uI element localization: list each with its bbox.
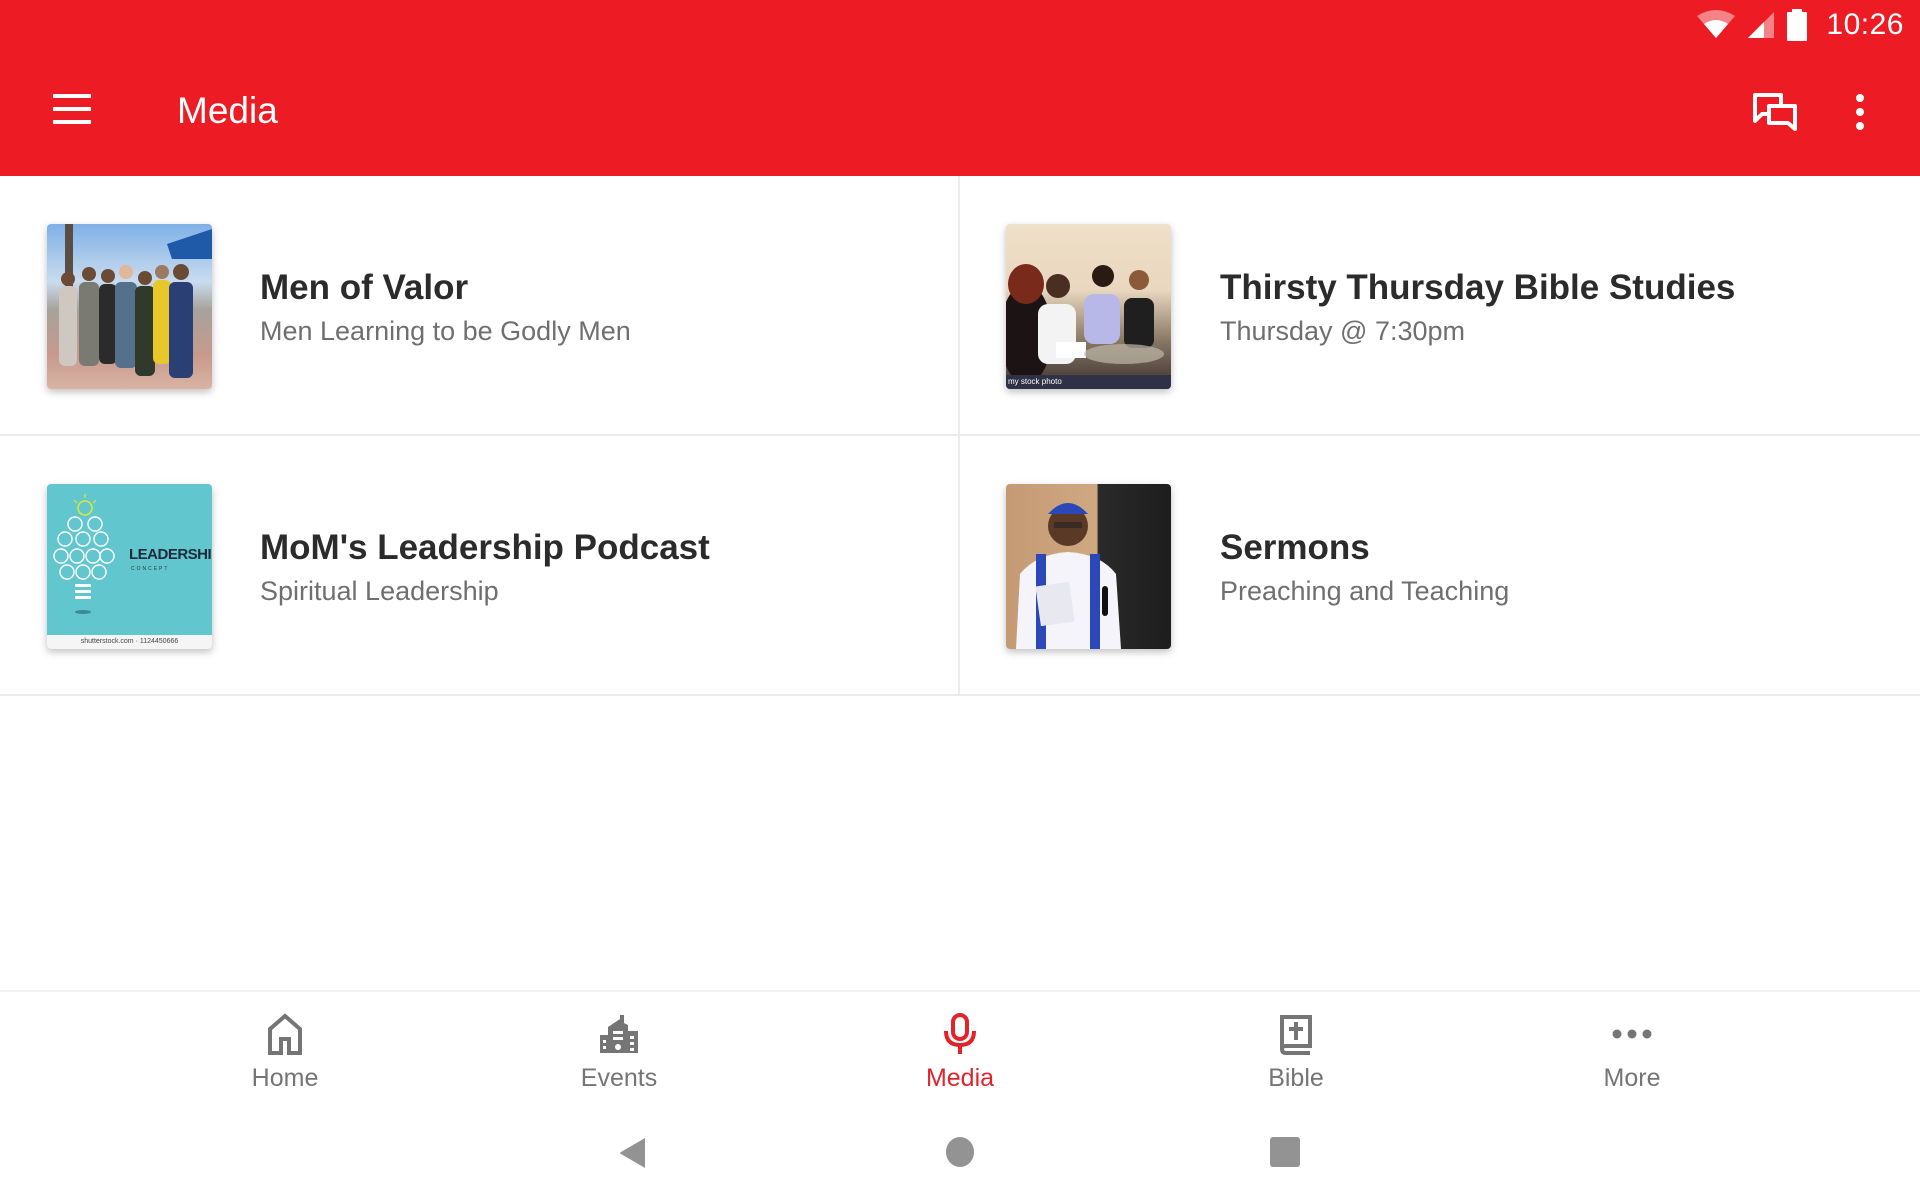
thumbnail-subtext: CONCEPT [131, 566, 170, 572]
nav-label: More [1603, 1064, 1661, 1092]
media-item-thirsty-thursday[interactable]: my stock photo Thirsty Thursday Bible St… [960, 176, 1920, 434]
nav-item-home[interactable]: Home [185, 992, 385, 1102]
chat-icon[interactable] [1752, 92, 1798, 134]
battery-icon [1787, 9, 1808, 41]
media-item-title: Men of Valor [260, 268, 469, 307]
bible-icon [1274, 1012, 1318, 1056]
status-time: 10:26 [1826, 8, 1904, 41]
grid-row: Men of Valor Men Learning to be Godly Me… [0, 176, 1920, 436]
hamburger-menu-icon[interactable] [50, 94, 94, 130]
status-bar: 10:26 [1696, 0, 1920, 50]
nav-label: Media [925, 1064, 995, 1092]
recents-icon[interactable] [1270, 1136, 1300, 1173]
overflow-menu-icon[interactable] [1846, 92, 1874, 132]
nav-label: Events [580, 1064, 658, 1092]
media-item-sermons[interactable]: Sermons Preaching and Teaching [960, 436, 1920, 694]
media-item-subtitle: Spiritual Leadership [260, 576, 499, 606]
media-item-subtitle: Men Learning to be Godly Men [260, 316, 631, 346]
thumbnail-image: my stock photo [1006, 224, 1171, 389]
building-icon [597, 1012, 641, 1056]
media-grid: Men of Valor Men Learning to be Godly Me… [0, 176, 1920, 696]
more-dots-icon [1610, 1012, 1654, 1056]
home-circle-icon[interactable] [945, 1136, 975, 1173]
wifi-icon [1697, 10, 1736, 38]
nav-label: Bible [1268, 1064, 1324, 1092]
nav-item-more[interactable]: More [1532, 992, 1732, 1102]
thumbnail-text: LEADERSHIP [129, 546, 212, 563]
nav-item-bible[interactable]: Bible [1196, 992, 1396, 1102]
microphone-icon [938, 1012, 982, 1056]
thumbnail-image: LEADERSHIP CONCEPT shutterstock.com · 11… [47, 484, 212, 649]
media-item-men-of-valor[interactable]: Men of Valor Men Learning to be Godly Me… [0, 176, 960, 434]
system-navigation-bar [0, 1110, 1920, 1200]
media-item-leadership-podcast[interactable]: LEADERSHIP CONCEPT shutterstock.com · 11… [0, 436, 960, 694]
thumbnail-footer: shutterstock.com · 1124450666 [47, 635, 212, 649]
app-bar: 10:26 Media [0, 0, 1920, 176]
bottom-navigation: Home Events Media Bible More [0, 990, 1920, 1102]
media-item-subtitle: Thursday @ 7:30pm [1220, 316, 1466, 346]
nav-item-events[interactable]: Events [519, 992, 719, 1102]
grid-row: LEADERSHIP CONCEPT shutterstock.com · 11… [0, 436, 1920, 696]
media-item-subtitle: Preaching and Teaching [1220, 576, 1510, 606]
thumbnail-image [1006, 484, 1171, 649]
back-icon[interactable] [617, 1136, 647, 1175]
nav-label: Home [251, 1064, 319, 1092]
media-item-title: MoM's Leadership Podcast [260, 528, 710, 567]
page-title: Media [177, 90, 278, 131]
home-icon [263, 1012, 307, 1056]
thumbnail-image [47, 224, 212, 389]
nav-item-media[interactable]: Media [860, 992, 1060, 1102]
media-item-title: Sermons [1220, 528, 1370, 567]
cell-signal-icon [1748, 12, 1775, 38]
media-item-title: Thirsty Thursday Bible Studies [1220, 268, 1736, 307]
thumbnail-caption: my stock photo [1006, 375, 1171, 389]
